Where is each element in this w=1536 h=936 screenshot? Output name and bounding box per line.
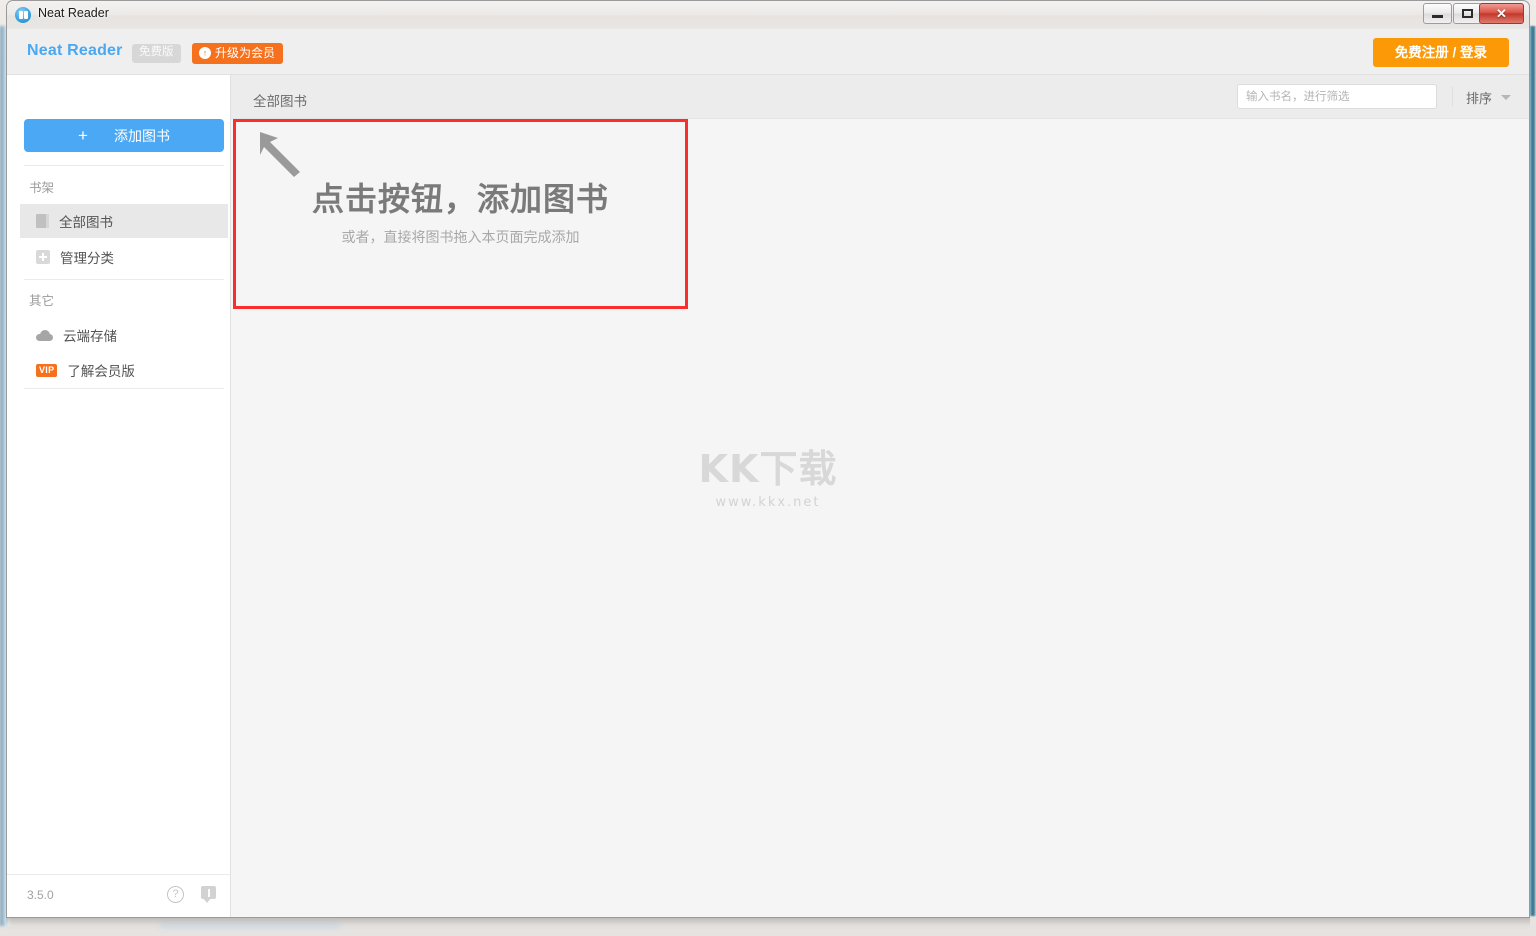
content-toolbar: 全部图书 排序	[231, 75, 1529, 119]
sidebar-section-shelf: 书架	[29, 181, 55, 195]
window-titlebar[interactable]: Neat Reader ✕	[6, 0, 1530, 29]
search-input[interactable]	[1237, 84, 1437, 109]
version-label: 3.5.0	[27, 888, 54, 902]
shelf-title: 全部图书	[253, 94, 307, 109]
chevron-down-icon	[1501, 95, 1511, 100]
sidebar: + 添加图书 书架 全部图书 管理分类 其它 云端存储 VIP 了解会员版 3.…	[7, 75, 231, 917]
sidebar-item-label: 云端存储	[63, 329, 117, 344]
toolbar-separator	[1452, 87, 1453, 106]
sidebar-item-cloud-storage[interactable]: 云端存储	[20, 318, 228, 352]
sidebar-divider	[24, 388, 224, 389]
minimize-icon	[1432, 15, 1443, 18]
arrow-up-left-icon	[260, 132, 300, 177]
add-book-label: 添加图书	[113, 127, 170, 144]
content-area: 全部图书 排序 点击按钮，添加图书 或者，直接将图书拖入本页面完成添加 KK下载…	[231, 75, 1529, 917]
vip-badge-icon: VIP	[36, 363, 58, 377]
window-title: Neat Reader	[38, 6, 109, 20]
sidebar-divider	[24, 165, 224, 166]
sidebar-divider	[24, 279, 224, 280]
add-book-button[interactable]: + 添加图书	[24, 119, 224, 152]
dropzone-title: 点击按钮，添加图书	[311, 181, 609, 217]
dropzone-subtitle: 或者，直接将图书拖入本页面完成添加	[341, 229, 580, 245]
add-book-dropzone[interactable]: 点击按钮，添加图书 或者，直接将图书拖入本页面完成添加	[233, 119, 688, 309]
upgrade-member-label: 升级为会员	[215, 46, 276, 60]
window-body: Neat Reader 免费版 ↑ 升级为会员 免费注册 / 登录 + 添加图书…	[6, 29, 1530, 918]
maximize-button[interactable]	[1453, 3, 1482, 24]
sidebar-item-label: 管理分类	[60, 251, 114, 266]
close-icon: ✕	[1496, 6, 1507, 21]
window-bottom-shadow	[6, 918, 1530, 930]
help-icon[interactable]: ?	[167, 886, 184, 903]
minimize-button[interactable]	[1423, 3, 1452, 24]
feedback-icon[interactable]	[201, 886, 216, 903]
plus-icon: +	[78, 126, 88, 145]
restore-icon	[1462, 9, 1473, 18]
sidebar-section-other: 其它	[29, 294, 55, 308]
watermark: KK下载 www.kkx.net	[693, 450, 843, 510]
book-icon	[36, 214, 49, 228]
sidebar-footer: 3.5.0 ?	[7, 874, 230, 917]
close-button[interactable]: ✕	[1479, 3, 1524, 24]
free-version-badge: 免费版	[132, 44, 181, 63]
sort-button[interactable]: 排序	[1466, 88, 1511, 107]
sidebar-item-label: 全部图书	[59, 215, 113, 230]
sort-label: 排序	[1465, 91, 1492, 106]
plus-square-icon	[36, 250, 50, 264]
app-header: Neat Reader 免费版 ↑ 升级为会员 免费注册 / 登录	[7, 29, 1529, 75]
application-window: Neat Reader ✕ Neat Reader 免费版 ↑ 升级为会员 免费…	[6, 0, 1530, 930]
sidebar-item-learn-vip[interactable]: VIP 了解会员版	[20, 353, 228, 387]
app-icon	[15, 7, 31, 23]
watermark-sub-text: www.kkx.net	[715, 495, 821, 510]
sidebar-item-manage-categories[interactable]: 管理分类	[20, 240, 228, 274]
upgrade-member-button[interactable]: ↑ 升级为会员	[192, 43, 284, 64]
register-login-button[interactable]: 免费注册 / 登录	[1372, 38, 1509, 67]
arrow-up-circle-icon: ↑	[199, 47, 211, 59]
cloud-icon	[36, 329, 53, 341]
watermark-main-text: KK下载	[698, 447, 838, 491]
brand-logo-text: Neat Reader	[27, 42, 123, 59]
sidebar-item-label: 了解会员版	[67, 364, 135, 379]
sidebar-item-all-books[interactable]: 全部图书	[20, 204, 228, 238]
